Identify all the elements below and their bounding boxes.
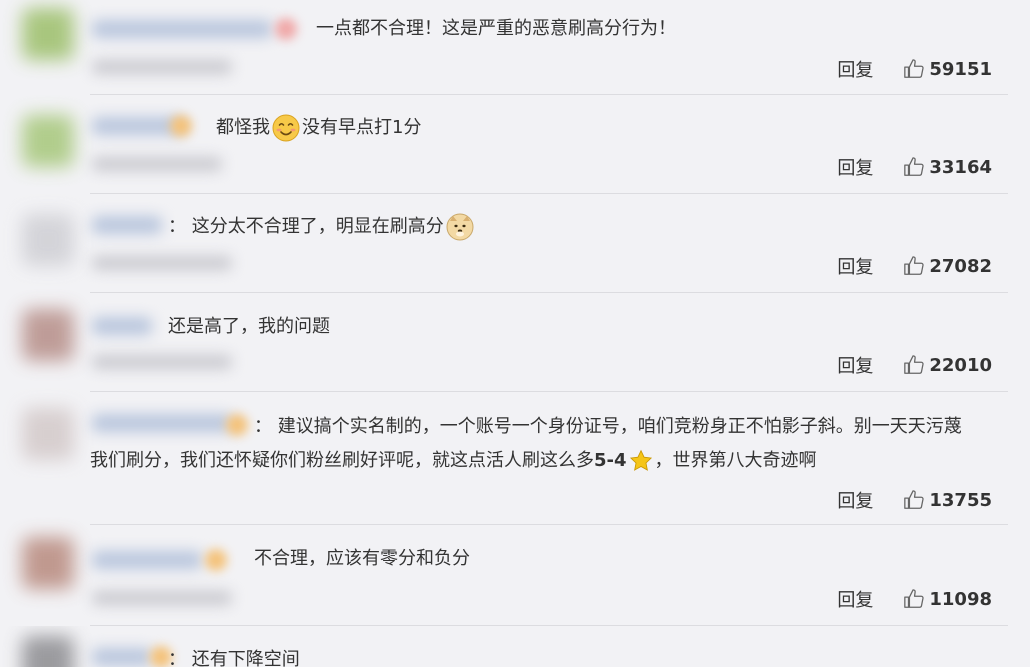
username-blurred[interactable] bbox=[92, 414, 232, 432]
like-count: 22010 bbox=[929, 354, 992, 376]
like-count: 27082 bbox=[929, 255, 992, 277]
username-blurred[interactable] bbox=[92, 551, 202, 569]
star-emoji-icon bbox=[629, 449, 652, 471]
avatar[interactable] bbox=[22, 636, 74, 667]
comment-text-part: 都怪我 bbox=[216, 117, 270, 138]
avatar[interactable] bbox=[22, 214, 74, 266]
comment-meta-blurred bbox=[92, 591, 232, 605]
comment-text-part: ： 建议搞个实名制的，一个账号一个身份证号，咱们竞粉身正不怕影子斜。别一天天污蔑 bbox=[254, 416, 962, 437]
username-blurred[interactable] bbox=[92, 20, 272, 38]
comment-actions: 回复 59151 bbox=[837, 56, 992, 82]
user-badge-icon bbox=[226, 414, 248, 436]
comment-text-part: 一点都不合理！这是严重的恶意刷高分行为！ bbox=[316, 18, 676, 39]
thumbs-up-icon[interactable] bbox=[903, 588, 925, 610]
smile-emoji-icon bbox=[272, 114, 300, 142]
comment-actions: 回复 22010 bbox=[837, 352, 992, 378]
user-badge-icon bbox=[205, 549, 227, 571]
comment-score-text: 5-4 bbox=[594, 450, 627, 471]
user-badge-icon bbox=[275, 18, 297, 40]
thumbs-up-icon[interactable] bbox=[903, 489, 925, 511]
reply-button[interactable]: 回复 bbox=[837, 352, 873, 378]
comment-text: ： 这分太不合理了，明显在刷高分 bbox=[168, 210, 476, 244]
comment-meta-blurred bbox=[92, 256, 232, 270]
reply-button[interactable]: 回复 bbox=[837, 487, 873, 513]
comment-text-part: 不合理，应该有零分和负分 bbox=[254, 548, 470, 569]
comment-actions: 回复 27082 bbox=[837, 253, 992, 279]
comment-text-part: ： 这分太不合理了，明显在刷高分 bbox=[168, 216, 444, 237]
comment-item: 不合理，应该有零分和负分 回复 11098 bbox=[0, 525, 1030, 626]
comment-text: ： 建议搞个实名制的，一个账号一个身份证号，咱们竞粉身正不怕影子斜。别一天天污蔑 bbox=[254, 410, 962, 444]
reply-button[interactable]: 回复 bbox=[837, 154, 873, 180]
comment-item: ： 建议搞个实名制的，一个账号一个身份证号，咱们竞粉身正不怕影子斜。别一天天污蔑… bbox=[0, 392, 1030, 525]
avatar[interactable] bbox=[22, 537, 74, 589]
like-count: 33164 bbox=[929, 156, 992, 178]
like-count: 11098 bbox=[929, 588, 992, 610]
comment-text: 都怪我 没有早点打1分 bbox=[216, 111, 421, 145]
comment-actions: 回复 13755 bbox=[837, 487, 992, 513]
thumbs-up-icon[interactable] bbox=[903, 58, 925, 80]
avatar[interactable] bbox=[22, 8, 74, 60]
thumbs-up-icon[interactable] bbox=[903, 156, 925, 178]
like-count: 13755 bbox=[929, 489, 992, 511]
comment-text-part: ： 还有下降空间 bbox=[168, 649, 300, 667]
username-blurred[interactable] bbox=[92, 648, 152, 666]
comment-text-part: 我们刷分，我们还怀疑你们粉丝刷好评呢，就这点活人刷这么多 bbox=[90, 450, 594, 471]
username-blurred[interactable] bbox=[92, 117, 182, 135]
user-badge-icon bbox=[170, 115, 192, 137]
comment-text: ： 还有下降空间 bbox=[168, 643, 300, 667]
comment-text-line-2: 我们刷分，我们还怀疑你们粉丝刷好评呢，就这点活人刷这么多5-4 ，世界第八大奇迹… bbox=[90, 444, 817, 478]
avatar[interactable] bbox=[22, 309, 74, 361]
comment-text-part: ，世界第八大奇迹啊 bbox=[654, 450, 817, 471]
reply-button[interactable]: 回复 bbox=[837, 586, 873, 612]
reply-button[interactable]: 回复 bbox=[837, 253, 873, 279]
comment-item: ： 还有下降空间 bbox=[0, 626, 1030, 667]
comment-item: 还是高了，我的问题 回复 22010 bbox=[0, 293, 1030, 392]
comment-text: 不合理，应该有零分和负分 bbox=[254, 542, 470, 576]
comment-item: 都怪我 没有早点打1分 回复 33164 bbox=[0, 95, 1030, 194]
thumbs-up-icon[interactable] bbox=[903, 354, 925, 376]
comment-item: 一点都不合理！这是严重的恶意刷高分行为！ 回复 59151 bbox=[0, 0, 1030, 95]
avatar[interactable] bbox=[22, 408, 74, 460]
comment-meta-blurred bbox=[92, 355, 232, 369]
reply-button[interactable]: 回复 bbox=[837, 56, 873, 82]
avatar[interactable] bbox=[22, 115, 74, 167]
comment-meta-blurred bbox=[92, 60, 232, 74]
comment-text-part: 没有早点打1分 bbox=[302, 117, 422, 138]
comment-actions: 回复 33164 bbox=[837, 154, 992, 180]
username-blurred[interactable] bbox=[92, 216, 162, 234]
doge-emoji-icon bbox=[446, 213, 474, 241]
like-count: 59151 bbox=[929, 58, 992, 80]
comment-actions: 回复 11098 bbox=[837, 586, 992, 612]
comment-text: 还是高了，我的问题 bbox=[168, 310, 330, 344]
thumbs-up-icon[interactable] bbox=[903, 255, 925, 277]
username-blurred[interactable] bbox=[92, 317, 152, 335]
comment-meta-blurred bbox=[92, 157, 222, 171]
comment-item: ： 这分太不合理了，明显在刷高分 回复 27082 bbox=[0, 194, 1030, 293]
comment-text: 一点都不合理！这是严重的恶意刷高分行为！ bbox=[316, 12, 676, 46]
comment-text-part: 还是高了，我的问题 bbox=[168, 316, 330, 337]
